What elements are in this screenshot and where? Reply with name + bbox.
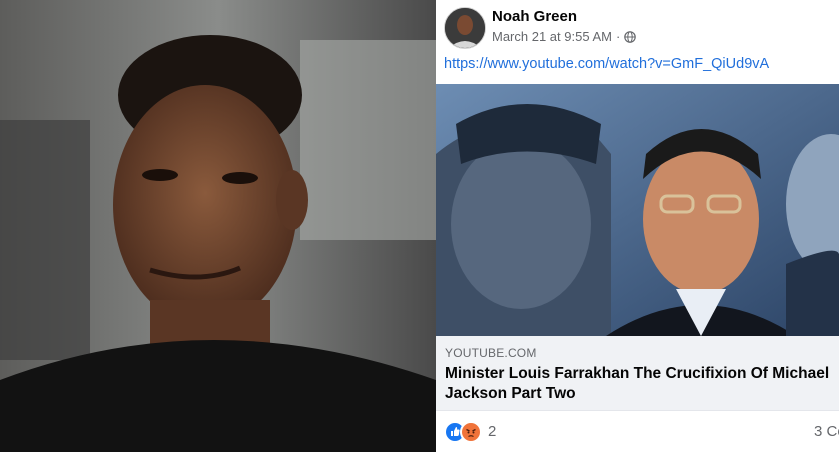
post-header: Noah Green March 21 at 9:55 AM ·	[436, 0, 839, 52]
post-timestamp[interactable]: March 21 at 9:55 AM	[492, 29, 612, 44]
post-meta: March 21 at 9:55 AM ·	[492, 29, 637, 44]
reaction-count[interactable]: 2	[488, 423, 496, 440]
link-domain: YOUTUBE.COM	[445, 346, 537, 360]
meta-separator: ·	[615, 29, 621, 44]
profile-photo	[0, 0, 436, 452]
link-preview-details[interactable]: YOUTUBE.COM Minister Louis Farrakhan The…	[436, 336, 839, 410]
facebook-post: Noah Green March 21 at 9:55 AM · https:/…	[436, 0, 839, 452]
angry-icon	[460, 421, 482, 443]
reaction-icons[interactable]	[444, 421, 484, 443]
link-preview-image[interactable]	[436, 84, 839, 336]
reactions-bar: 2 3 Co	[436, 410, 839, 452]
post-link[interactable]: https://www.youtube.com/watch?v=GmF_QiUd…	[444, 56, 769, 72]
comment-count[interactable]: 3 Co	[814, 423, 839, 440]
globe-icon[interactable]	[624, 30, 637, 43]
author-avatar[interactable]	[444, 7, 486, 49]
author-name[interactable]: Noah Green	[492, 8, 577, 25]
link-title[interactable]: Minister Louis Farrakhan The Crucifixion…	[445, 364, 839, 404]
